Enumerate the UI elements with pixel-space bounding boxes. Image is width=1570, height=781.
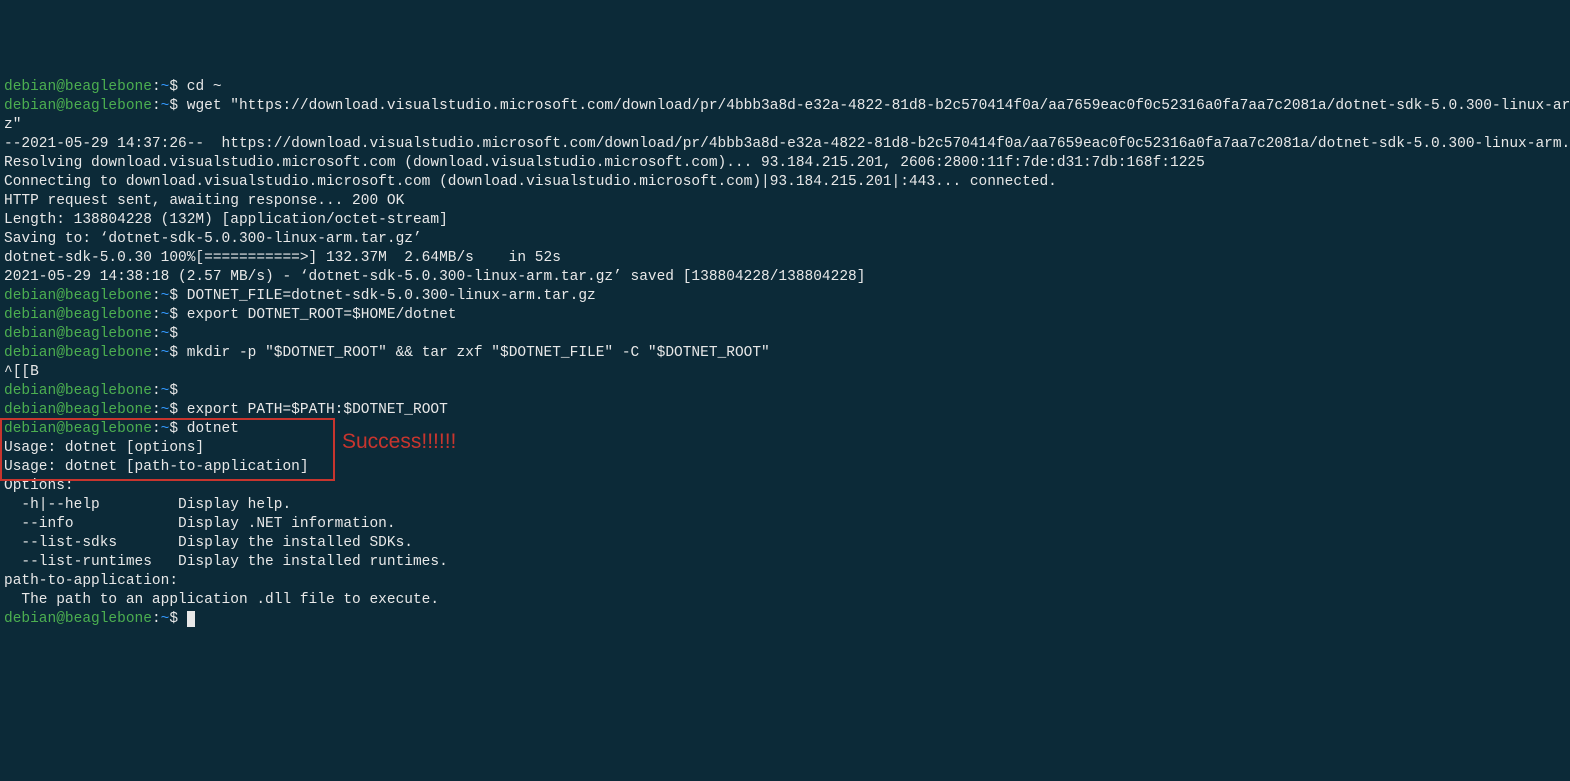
prompt-user-host: debian@beaglebone (4, 326, 152, 342)
command-line: debian@beaglebone:~$ export PATH=$PATH:$… (4, 401, 1566, 420)
prompt-user-host: debian@beaglebone (4, 421, 152, 437)
command-line: debian@beaglebone:~$ wget "https://downl… (4, 97, 1566, 116)
prompt-symbol: $ (169, 402, 186, 418)
output-line: --2021-05-29 14:37:26-- https://download… (4, 135, 1566, 154)
command-text: dotnet (187, 421, 239, 437)
output-line: path-to-application: (4, 572, 1566, 591)
prompt-symbol: $ (169, 421, 186, 437)
command-text: mkdir -p "$DOTNET_ROOT" && tar zxf "$DOT… (187, 345, 770, 361)
prompt-user-host: debian@beaglebone (4, 383, 152, 399)
output-line: Length: 138804228 (132M) [application/oc… (4, 211, 1566, 230)
command-line: debian@beaglebone:~$ mkdir -p "$DOTNET_R… (4, 344, 1566, 363)
command-line: debian@beaglebone:~$ DOTNET_FILE=dotnet-… (4, 287, 1566, 306)
output-line: -h|--help Display help. (4, 496, 1566, 515)
output-line: dotnet-sdk-5.0.30 100%[===========>] 132… (4, 249, 1566, 268)
prompt-colon: : (152, 421, 161, 437)
prompt-symbol: $ (169, 383, 186, 399)
output-line: ^[[B (4, 363, 1566, 382)
prompt-user-host: debian@beaglebone (4, 345, 152, 361)
output-line: z" (4, 116, 1566, 135)
command-line-active[interactable]: debian@beaglebone:~$ (4, 610, 1566, 629)
prompt-user-host: debian@beaglebone (4, 79, 152, 95)
prompt-user-host: debian@beaglebone (4, 307, 152, 323)
command-text: export DOTNET_ROOT=$HOME/dotnet (187, 307, 457, 323)
prompt-user-host: debian@beaglebone (4, 288, 152, 304)
command-line: debian@beaglebone:~$ dotnet (4, 420, 1566, 439)
output-line: Connecting to download.visualstudio.micr… (4, 173, 1566, 192)
command-line: debian@beaglebone:~$ cd ~ (4, 78, 1566, 97)
prompt-colon: : (152, 307, 161, 323)
prompt-colon: : (152, 326, 161, 342)
prompt-colon: : (152, 383, 161, 399)
prompt-symbol: $ (169, 79, 186, 95)
prompt-user-host: debian@beaglebone (4, 611, 152, 627)
prompt-symbol: $ (169, 326, 186, 342)
command-text: cd ~ (187, 79, 222, 95)
command-text: DOTNET_FILE=dotnet-sdk-5.0.300-linux-arm… (187, 288, 596, 304)
prompt-symbol: $ (169, 345, 186, 361)
command-line: debian@beaglebone:~$ (4, 382, 1566, 401)
command-text: wget "https://download.visualstudio.micr… (187, 98, 1570, 114)
prompt-colon: : (152, 611, 161, 627)
output-line: HTTP request sent, awaiting response... … (4, 192, 1566, 211)
prompt-colon: : (152, 402, 161, 418)
prompt-colon: : (152, 345, 161, 361)
output-line: Usage: dotnet [options] (4, 439, 1566, 458)
output-line: Usage: dotnet [path-to-application] (4, 458, 1566, 477)
output-line: 2021-05-29 14:38:18 (2.57 MB/s) - ‘dotne… (4, 268, 1566, 287)
command-line: debian@beaglebone:~$ (4, 325, 1566, 344)
prompt-user-host: debian@beaglebone (4, 402, 152, 418)
command-text: export PATH=$PATH:$DOTNET_ROOT (187, 402, 448, 418)
terminal-output[interactable]: debian@beaglebone:~$ cd ~debian@beaglebo… (4, 78, 1566, 629)
command-line: debian@beaglebone:~$ export DOTNET_ROOT=… (4, 306, 1566, 325)
output-line: The path to an application .dll file to … (4, 591, 1566, 610)
output-line: Resolving download.visualstudio.microsof… (4, 154, 1566, 173)
output-line: Options: (4, 477, 1566, 496)
output-line: --list-runtimes Display the installed ru… (4, 553, 1566, 572)
output-line: --list-sdks Display the installed SDKs. (4, 534, 1566, 553)
prompt-symbol: $ (169, 307, 186, 323)
cursor-icon (187, 611, 195, 627)
prompt-colon: : (152, 288, 161, 304)
prompt-symbol: $ (169, 98, 186, 114)
prompt-colon: : (152, 79, 161, 95)
prompt-symbol: $ (169, 288, 186, 304)
prompt-user-host: debian@beaglebone (4, 98, 152, 114)
prompt-colon: : (152, 98, 161, 114)
prompt-symbol: $ (169, 611, 186, 627)
output-line: Saving to: ‘dotnet-sdk-5.0.300-linux-arm… (4, 230, 1566, 249)
output-line: --info Display .NET information. (4, 515, 1566, 534)
